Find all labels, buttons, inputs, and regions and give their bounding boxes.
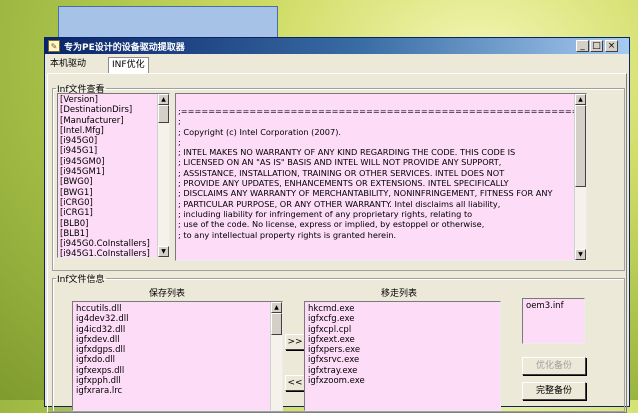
list-item[interactable]: hkcmd.exe (308, 304, 497, 314)
list-item[interactable]: igfxcfg.exe (308, 314, 497, 324)
list-item[interactable]: [Manufacturer] (60, 116, 167, 126)
list-item[interactable]: [iCRG0] (60, 198, 167, 208)
maximize-button[interactable]: □ (590, 40, 603, 52)
window-title: 专为PE设计的设备驱动提取器 (64, 43, 185, 53)
tab-local-drivers[interactable]: 本机驱动 (47, 57, 90, 73)
content-line: ; LICENSED ON AN "AS IS" BASIS AND INTEL… (178, 157, 502, 168)
list-item[interactable]: igfxzoom.exe (308, 376, 497, 386)
list-item[interactable]: hccutils.dll (76, 304, 279, 314)
list-item[interactable]: igfxsrvc.exe (308, 355, 497, 365)
list-item[interactable]: [BLB1] (60, 229, 167, 239)
list-item[interactable]: oem3.inf (526, 301, 581, 311)
list-item[interactable]: ig4dev32.dll (76, 314, 279, 324)
list-item[interactable]: igfxdev.dll (76, 335, 279, 345)
move-left-button[interactable]: << (285, 375, 305, 391)
app-icon: ✎ (48, 40, 60, 52)
keep-list-header: 保存列表 (149, 289, 186, 299)
list-item[interactable]: igfxrara.lrc (76, 386, 279, 396)
list-item[interactable]: [Version] (60, 95, 167, 105)
scroll-down-icon[interactable]: ▼ (158, 246, 169, 257)
minimize-button[interactable]: _ (576, 40, 589, 52)
tab-inf-optimize[interactable]: INF优化 (108, 57, 149, 74)
close-button[interactable]: × (605, 40, 618, 52)
move-right-button[interactable]: >> (285, 334, 305, 350)
inf-info-group-label: Inf文件信息 (57, 275, 105, 285)
section-list-scrollbar[interactable]: ▲ ▼ (157, 94, 169, 257)
title-bar[interactable]: ✎ 专为PE设计的设备驱动提取器 _ □ × (45, 38, 629, 54)
list-item[interactable]: igfxexps.dll (76, 366, 279, 376)
list-item[interactable]: [Intel.Mfg] (60, 126, 167, 136)
list-item[interactable]: [BWG0] (60, 177, 167, 187)
content-line: ; (178, 136, 181, 147)
list-item[interactable]: [i945GM0] (60, 157, 167, 167)
content-line: ; use of the code. No license, express o… (178, 219, 485, 230)
content-line: ; (178, 116, 181, 127)
list-item[interactable]: [i945GM1] (60, 167, 167, 177)
content-line: ; ASSISTANCE, INSTALLATION, TRAINING OR … (178, 167, 505, 178)
list-item[interactable]: [i945G1] (60, 146, 167, 156)
content-line: ; PARTICULAR PURPOSE, OR ANY OTHER WARRA… (178, 198, 501, 209)
content-line: ; DISCLAIMS ANY WARRANTY OF MERCHANTABIL… (178, 188, 553, 199)
content-line: ; to any intellectual property rights is… (178, 229, 397, 240)
content-line: ; Copyright (c) Intel Corporation (2007)… (178, 126, 341, 137)
list-item[interactable]: [DestinationDirs] (60, 105, 167, 115)
list-item[interactable]: [iCRG1] (60, 208, 167, 218)
scroll-thumb[interactable] (271, 313, 282, 335)
main-window: ✎ 专为PE设计的设备驱动提取器 _ □ × 本机驱动 INF优化 Inf文件查… (44, 37, 630, 413)
content-line: ;=======================================… (178, 106, 586, 116)
list-item[interactable]: igfxpph.dll (76, 376, 279, 386)
list-item[interactable]: igfxtray.exe (308, 366, 497, 376)
list-item[interactable]: [BWG1] (60, 188, 167, 198)
inf-content-view[interactable]: ;=======================================… (175, 93, 587, 261)
content-line: ; PROVIDE ANY UPDATES, ENHANCEMENTS OR E… (178, 178, 509, 189)
scroll-thumb[interactable] (158, 105, 169, 123)
content-scrollbar[interactable]: ▲ ▼ (574, 94, 586, 260)
list-item[interactable]: igfxcpl.cpl (308, 325, 497, 335)
inf-section-list[interactable]: [Version] [DestinationDirs] [Manufacturer]… (57, 93, 170, 258)
scroll-up-icon[interactable]: ▲ (158, 94, 169, 105)
move-list-header: 移走列表 (381, 289, 418, 299)
move-list[interactable]: hkcmd.exe igfxcfg.exe igfxcpl.cpl igfxext.e… (304, 301, 501, 411)
list-item[interactable]: igfxpers.exe (308, 345, 497, 355)
keep-list-scrollbar[interactable]: ▲ (270, 302, 282, 410)
list-item[interactable]: [BLB0] (60, 219, 167, 229)
list-item[interactable]: [i945G0] (60, 136, 167, 146)
scroll-up-icon[interactable]: ▲ (575, 94, 586, 105)
inf-file-list[interactable]: oem3.inf (522, 298, 585, 344)
list-item[interactable]: igfxext.exe (308, 335, 497, 345)
scroll-down-icon[interactable]: ▼ (575, 249, 586, 260)
list-item[interactable]: igfxdgps.dll (76, 345, 279, 355)
scroll-up-icon[interactable]: ▲ (271, 302, 282, 313)
full-backup-button[interactable]: 完整备份 (522, 382, 586, 400)
scroll-thumb[interactable] (575, 105, 586, 187)
content-line: ; INTEL MAKES NO WARRANTY OF ANY KIND RE… (178, 147, 516, 158)
content-line: ; including liability for infringement o… (178, 208, 473, 219)
list-item[interactable]: ig4icd32.dll (76, 325, 279, 335)
background-window (58, 6, 278, 40)
list-item[interactable]: [i945G1.CoInstallers] (60, 249, 167, 257)
list-item[interactable]: [i945G0.CoInstallers] (60, 239, 167, 249)
keep-list[interactable]: hccutils.dll ig4dev32.dll ig4icd32.dll igfx… (72, 301, 283, 411)
optimize-backup-button[interactable]: 优化备份 (522, 357, 586, 375)
list-item[interactable]: igfxdo.dll (76, 355, 279, 365)
